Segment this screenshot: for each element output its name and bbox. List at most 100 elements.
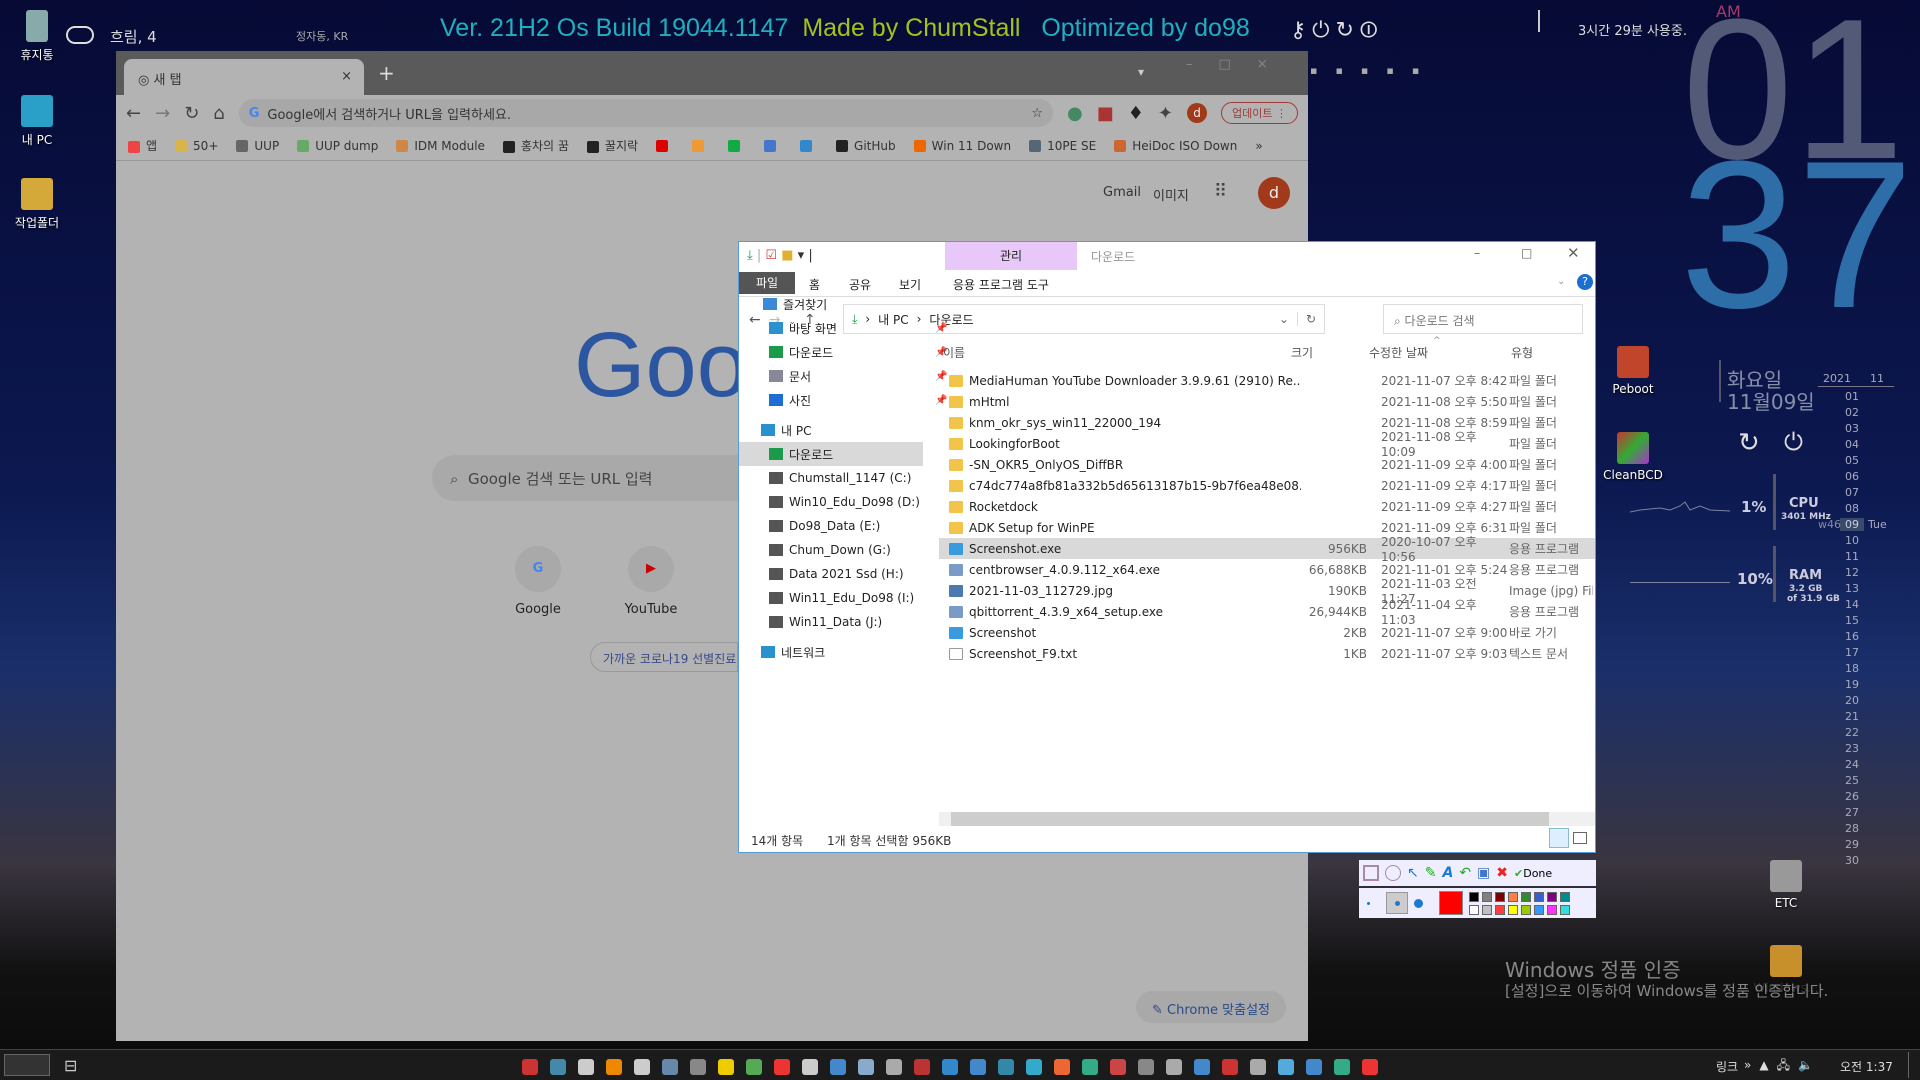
pen-tool-icon[interactable]: ✎ — [1425, 865, 1437, 881]
taskbar-app-icon[interactable] — [1166, 1058, 1182, 1075]
color-swatch[interactable] — [1547, 891, 1557, 902]
taskbar-app-icon[interactable] — [1194, 1058, 1210, 1075]
save-icon[interactable]: ▣ — [1477, 865, 1490, 881]
ribbon-tab-view[interactable]: 보기 — [899, 276, 921, 293]
file-row[interactable]: MediaHuman YouTube Downloader 3.9.9.61 (… — [939, 370, 1595, 391]
arrow-tool-icon[interactable]: ↖ — [1407, 865, 1419, 881]
scrollbar-thumb[interactable] — [951, 812, 1549, 826]
restart-icon[interactable]: ↻ — [1336, 18, 1360, 43]
desktop-icon-this-pc[interactable]: 내 PC — [2, 95, 72, 148]
maximize-button[interactable]: □ — [1521, 246, 1532, 260]
extension-icon[interactable]: ■ — [1097, 103, 1114, 124]
address-bar[interactable]: ⤓ › 내 PC › 다운로드 ⌄ ↻ — [843, 304, 1325, 334]
search-field[interactable]: ⌕ 다운로드 검색 — [1383, 304, 1583, 334]
taskbar-app-icon[interactable] — [802, 1058, 818, 1075]
expand-ribbon-icon[interactable]: ⌄ — [1557, 276, 1565, 287]
color-swatch[interactable] — [1534, 904, 1544, 915]
bookmark-item[interactable] — [764, 139, 782, 153]
color-swatch[interactable] — [1508, 904, 1518, 915]
update-button[interactable]: 업데이트 ⋮ — [1221, 102, 1298, 124]
forward-icon[interactable]: → — [155, 103, 170, 124]
taskbar-app-icon[interactable] — [746, 1058, 762, 1075]
pin-icon[interactable]: 📌 — [935, 323, 947, 334]
task-view-icon[interactable]: ⊟ — [64, 1056, 77, 1075]
ribbon-tab-app-tools[interactable]: 응용 프로그램 도구 — [953, 276, 1049, 293]
puzzle-icon[interactable]: ✦ — [1158, 103, 1173, 124]
pen-size-small[interactable] — [1367, 901, 1370, 905]
bookmark-item[interactable] — [656, 139, 674, 153]
bookmark-item[interactable] — [728, 139, 746, 153]
taskbar-app-icon[interactable] — [1250, 1058, 1266, 1075]
nav-drive[interactable]: 다운로드 — [739, 442, 923, 466]
bookmark-item[interactable]: UUP dump — [297, 139, 378, 153]
breadcrumb-this-pc[interactable]: 내 PC — [878, 311, 908, 328]
taskbar-app-icon[interactable] — [1222, 1058, 1238, 1075]
taskbar-app-icon[interactable] — [1278, 1058, 1294, 1075]
taskbar-app-icon[interactable] — [1362, 1058, 1378, 1075]
nav-drive[interactable]: Chumstall_1147 (C:) — [769, 466, 911, 490]
taskbar-app-icon[interactable] — [522, 1058, 538, 1075]
taskbar-app-icon[interactable] — [1110, 1058, 1126, 1075]
desktop-icon-recycle-bin[interactable]: 휴지통 — [2, 10, 72, 63]
taskbar-app-icon[interactable] — [1306, 1058, 1322, 1075]
color-swatch[interactable] — [1495, 891, 1505, 902]
bookmark-star-icon[interactable]: ☆ — [1031, 106, 1043, 121]
file-row[interactable]: Screenshot 2KB 2021-11-07 오후 9:00 바로 가기 — [939, 622, 1595, 643]
logoff-icon[interactable]: ⏼ — [1360, 18, 1383, 43]
tab-new-tab[interactable]: ◎ 새 탭 × — [124, 59, 364, 95]
power-widget-icon[interactable]: ⏻ — [1784, 428, 1803, 456]
col-name[interactable]: 이름 — [943, 344, 965, 361]
tab-search-icon[interactable]: ▾ — [1138, 65, 1144, 79]
nav-pinned-item[interactable]: 사진 📌 — [769, 388, 947, 412]
bookmark-item[interactable]: HeiDoc ISO Down — [1114, 139, 1237, 153]
close-tab-icon[interactable]: × — [341, 69, 352, 84]
apps-grid-icon[interactable]: ⠿ — [1214, 181, 1227, 202]
volume-icon[interactable]: 🔈 — [1798, 1058, 1821, 1072]
color-swatch[interactable] — [1547, 904, 1557, 915]
start-button[interactable] — [4, 1054, 50, 1076]
desktop-icon-etc[interactable]: ETC — [1751, 860, 1821, 910]
nav-this-pc[interactable]: 내 PC — [761, 418, 811, 442]
new-tab-button[interactable]: + — [378, 61, 395, 85]
file-row[interactable]: Screenshot.exe 956KB 2020-10-07 오후 10:56 응용… — [939, 535, 1595, 564]
nav-quick-access[interactable]: 즐겨찾기 — [763, 292, 827, 316]
network-icon[interactable]: 🖧 — [1777, 1058, 1798, 1072]
pen-size-medium[interactable] — [1386, 892, 1408, 914]
chevron-icon[interactable]: » — [1744, 1058, 1759, 1072]
nav-drive[interactable]: Win11_Data (J:) — [769, 610, 882, 634]
manage-tab[interactable]: 관리 — [945, 242, 1077, 270]
taskbar-app-icon[interactable] — [606, 1058, 622, 1075]
taskbar-app-icon[interactable] — [774, 1058, 790, 1075]
ellipse-tool-icon[interactable] — [1385, 865, 1401, 881]
bookmark-item[interactable] — [800, 139, 818, 153]
nav-drive[interactable]: Chum_Down (G:) — [769, 538, 891, 562]
taskbar-app-icon[interactable] — [690, 1058, 706, 1075]
pen-size-large[interactable] — [1414, 898, 1423, 908]
nav-drive[interactable]: Win10_Edu_Do98 (D:) — [769, 490, 920, 514]
taskbar-app-icon[interactable] — [578, 1058, 594, 1075]
file-row[interactable]: c74dc774a8fb81a332b5d65613187b15-9b7f6ea… — [939, 475, 1595, 496]
done-button[interactable]: ✔Done — [1514, 867, 1552, 880]
images-link[interactable]: 이미지 — [1153, 185, 1189, 204]
taskbar-app-icon[interactable] — [858, 1058, 874, 1075]
ribbon-tab-share[interactable]: 공유 — [849, 276, 871, 293]
bookmark-item[interactable]: 홍차의 꿈 — [502, 137, 569, 154]
nav-pinned-item[interactable]: 문서 📌 — [769, 364, 947, 388]
taskbar-app-icon[interactable] — [1026, 1058, 1042, 1075]
shortcut-google[interactable]: G Google — [498, 546, 578, 617]
profile-avatar[interactable]: d — [1258, 177, 1290, 209]
taskbar-app-icon[interactable] — [970, 1058, 986, 1075]
color-swatch[interactable] — [1521, 904, 1531, 915]
bookmark-item[interactable]: Win 11 Down — [913, 139, 1011, 153]
col-type[interactable]: 유형 — [1511, 344, 1533, 361]
desktop-icon-work-folder[interactable]: 작업폴더 — [2, 178, 72, 231]
taskbar-app-icon[interactable] — [886, 1058, 902, 1075]
nav-drive[interactable]: Do98_Data (E:) — [769, 514, 880, 538]
color-swatch[interactable] — [1482, 891, 1492, 902]
taskbar-app-icon[interactable] — [998, 1058, 1014, 1075]
taskbar-app-icon[interactable] — [634, 1058, 650, 1075]
color-swatch[interactable] — [1508, 891, 1518, 902]
bookmark-item[interactable]: UUP — [236, 139, 279, 153]
color-swatch[interactable] — [1560, 904, 1570, 915]
color-swatch[interactable] — [1534, 891, 1544, 902]
